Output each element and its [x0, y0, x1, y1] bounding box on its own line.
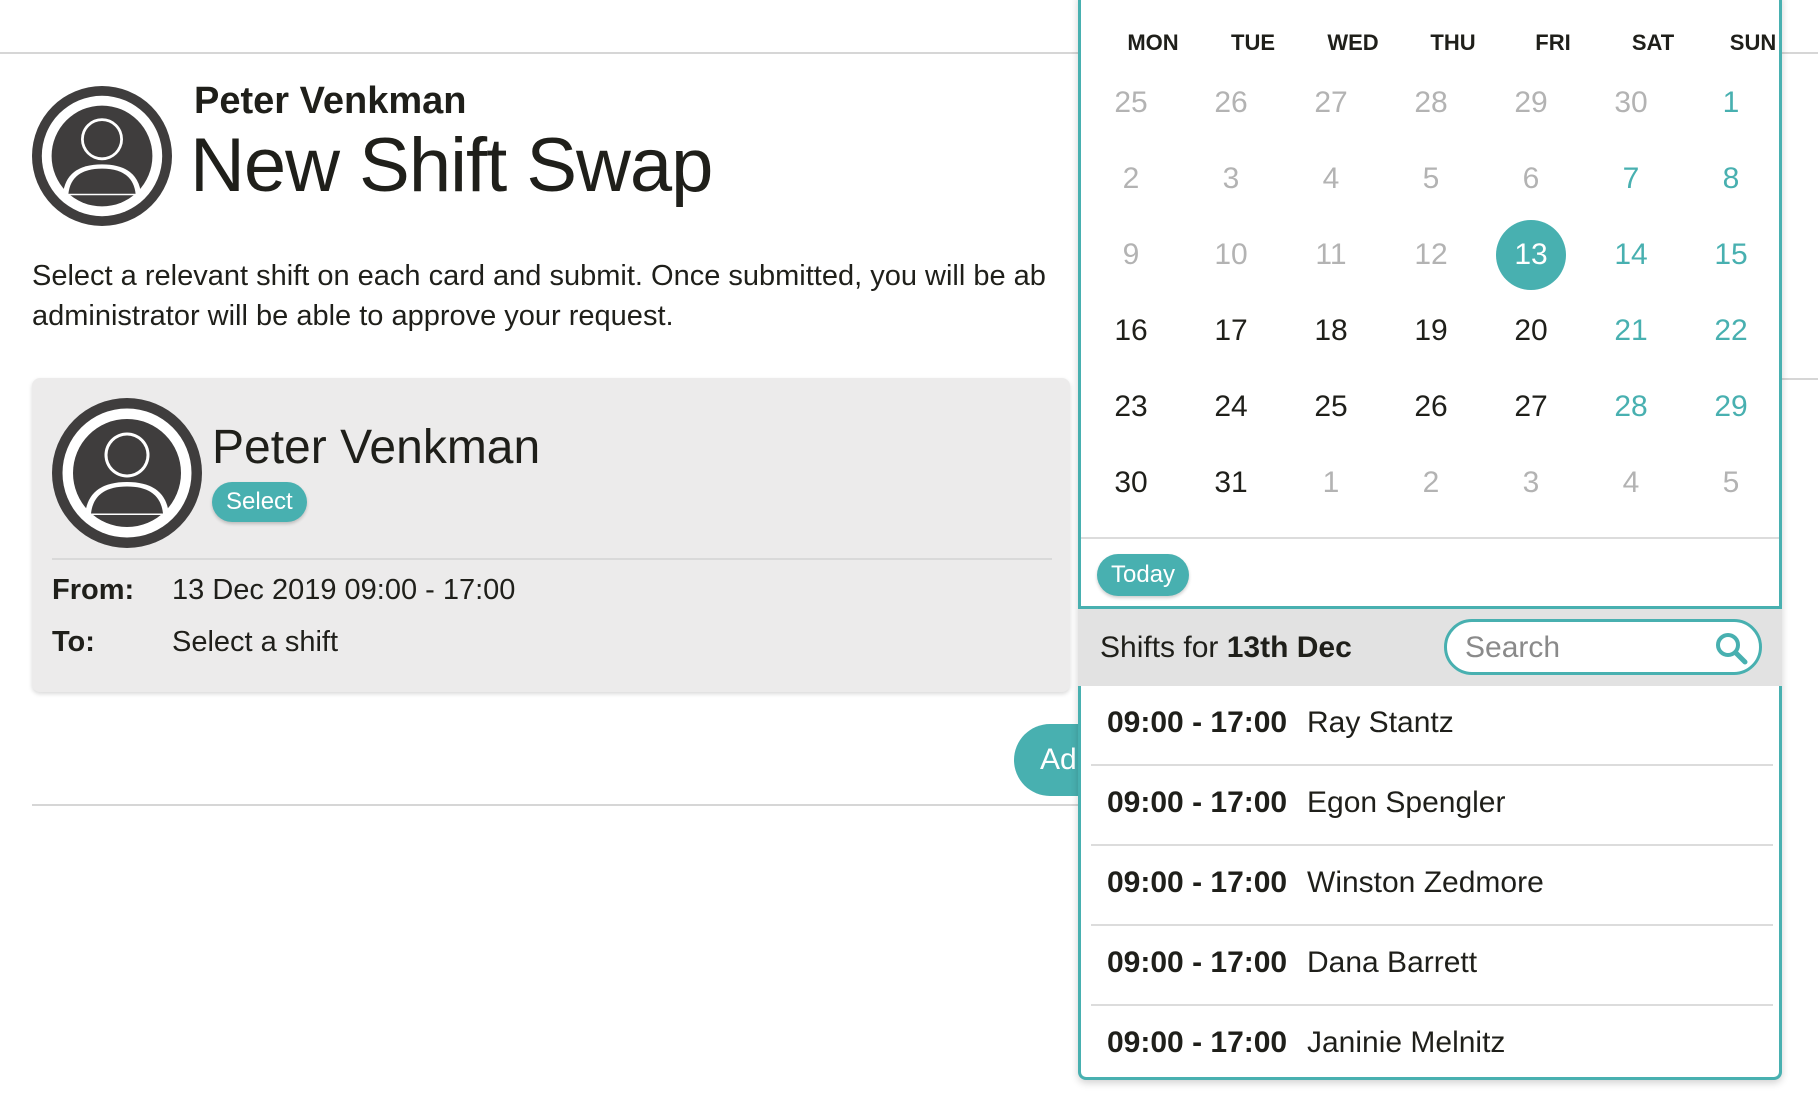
dow-thu: THU — [1430, 30, 1476, 55]
today-button[interactable]: Today — [1097, 554, 1190, 596]
from-value: 13 Dec 2019 09:00 - 17:00 — [172, 574, 516, 606]
calendar-day[interactable]: 30 — [1096, 448, 1166, 518]
search-input[interactable] — [1463, 630, 1707, 666]
calendar-day[interactable]: 26 — [1196, 68, 1266, 138]
shifts-title-prefix: Shifts for — [1100, 631, 1227, 664]
search-box — [1444, 619, 1762, 675]
top-divider — [0, 52, 1080, 54]
card-divider — [52, 558, 1052, 560]
calendar-day[interactable]: 8 — [1696, 144, 1766, 214]
dow-wed: WED — [1327, 30, 1379, 55]
page-title: New Shift Swap — [190, 123, 713, 208]
calendar-day[interactable]: 26 — [1396, 372, 1466, 442]
calendar-day[interactable]: 6 — [1496, 144, 1566, 214]
shifts-title-date: 13th Dec — [1226, 631, 1352, 664]
calendar-day[interactable]: 2 — [1396, 448, 1466, 518]
search-icon[interactable] — [1713, 630, 1749, 666]
shift-person-name: Ray Stantz — [1307, 706, 1454, 739]
calendar-day[interactable]: 11 — [1296, 220, 1366, 290]
calendar-day[interactable]: 24 — [1196, 372, 1266, 442]
card-user-name: Peter Venkman — [212, 421, 541, 474]
calendar-day[interactable]: 7 — [1596, 144, 1666, 214]
header-user-name: Peter Venkman — [194, 80, 467, 122]
calendar-day[interactable]: 23 — [1096, 372, 1166, 442]
calendar-day[interactable]: 1 — [1296, 448, 1366, 518]
calendar-day[interactable]: 27 — [1496, 372, 1566, 442]
dow-sun: SUN — [1729, 30, 1777, 55]
calendar-day[interactable]: 4 — [1296, 144, 1366, 214]
day-of-week-header: MON TUE WED THU FRI SAT SUN — [1081, 30, 1779, 62]
calendar-day[interactable]: 4 — [1596, 448, 1666, 518]
to-label: To: — [52, 626, 95, 658]
dow-tue: TUE — [1231, 30, 1275, 55]
calendar-day[interactable]: 2 — [1096, 144, 1166, 214]
shift-time: 09:00 - 17:00 — [1107, 786, 1288, 819]
shifts-header: Shifts for 13th Dec — [1078, 606, 1782, 686]
shift-person-name: Dana Barrett — [1307, 946, 1478, 979]
calendar-day[interactable]: 5 — [1696, 448, 1766, 518]
shift-time: 09:00 - 17:00 — [1107, 866, 1288, 899]
dow-fri: FRI — [1535, 30, 1571, 55]
shift-time: 09:00 - 17:00 — [1107, 946, 1288, 979]
shifts-title: Shifts for 13th Dec — [1100, 631, 1352, 665]
shift-row[interactable]: 09:00 - 17:00 Egon Spengler — [1091, 766, 1773, 846]
shift-row[interactable]: 09:00 - 17:00 Winston Zedmore — [1091, 846, 1773, 926]
calendar-day[interactable]: 18 — [1296, 296, 1366, 366]
shift-picker-popup: MON TUE WED THU FRI SAT SUN 25 26 27 28 29 30… — [1078, 0, 1782, 1080]
shift-list: 09:00 - 17:00 Ray Stantz 09:00 - 17:00 E… — [1091, 686, 1773, 1084]
calendar-day[interactable]: 20 — [1496, 296, 1566, 366]
card-avatar-icon — [52, 398, 202, 548]
shift-time: 09:00 - 17:00 — [1107, 1026, 1288, 1059]
calendar-day[interactable]: 27 — [1296, 68, 1366, 138]
swap-card: Peter Venkman Select From: 13 Dec 2019 0… — [32, 378, 1070, 692]
dow-mon: MON — [1127, 30, 1179, 55]
calendar-day[interactable]: 3 — [1496, 448, 1566, 518]
calendar-day[interactable]: 29 — [1696, 372, 1766, 442]
calendar-day[interactable]: 15 — [1696, 220, 1766, 290]
calendar-day[interactable]: 22 — [1696, 296, 1766, 366]
bottom-divider — [32, 804, 1092, 806]
calendar-day[interactable]: 12 — [1396, 220, 1466, 290]
shift-row[interactable]: 09:00 - 17:00 Janinie Melnitz — [1091, 1006, 1773, 1084]
calendar-day[interactable]: 29 — [1496, 68, 1566, 138]
shift-row[interactable]: 09:00 - 17:00 Ray Stantz — [1091, 686, 1773, 766]
select-button[interactable]: Select — [212, 482, 307, 522]
shift-person-name: Egon Spengler — [1307, 786, 1506, 819]
from-label: From: — [52, 574, 135, 606]
calendar-day[interactable]: 28 — [1596, 372, 1666, 442]
calendar-day[interactable]: 30 — [1596, 68, 1666, 138]
calendar-day[interactable]: 9 — [1096, 220, 1166, 290]
shift-person-name: Winston Zedmore — [1307, 866, 1544, 899]
calendar-day[interactable]: 31 — [1196, 448, 1266, 518]
calendar-day[interactable]: 1 — [1696, 68, 1766, 138]
instructions-line-1: Select a relevant shift on each card and… — [32, 260, 1046, 292]
calendar-day[interactable]: 3 — [1196, 144, 1266, 214]
calendar-divider — [1081, 537, 1779, 539]
shift-row[interactable]: 09:00 - 17:00 Dana Barrett — [1091, 926, 1773, 1006]
calendar-day[interactable]: 16 — [1096, 296, 1166, 366]
calendar-day[interactable]: 17 — [1196, 296, 1266, 366]
dow-sat: SAT — [1631, 30, 1675, 55]
calendar-day[interactable]: 14 — [1596, 220, 1666, 290]
calendar-day[interactable]: 25 — [1096, 68, 1166, 138]
calendar-day[interactable]: 10 — [1196, 220, 1266, 290]
shift-person-name: Janinie Melnitz — [1307, 1026, 1506, 1059]
to-value[interactable]: Select a shift — [172, 626, 338, 659]
right-divider-lower — [1782, 378, 1818, 380]
calendar-day[interactable]: 28 — [1396, 68, 1466, 138]
calendar-day[interactable]: 19 — [1396, 296, 1466, 366]
calendar-day[interactable]: 25 — [1296, 372, 1366, 442]
calendar-day[interactable]: 21 — [1596, 296, 1666, 366]
header-avatar-icon — [32, 86, 172, 226]
calendar-day[interactable]: 5 — [1396, 144, 1466, 214]
shift-time: 09:00 - 17:00 — [1107, 706, 1288, 739]
calendar-day-selected[interactable]: 13 — [1496, 220, 1566, 290]
